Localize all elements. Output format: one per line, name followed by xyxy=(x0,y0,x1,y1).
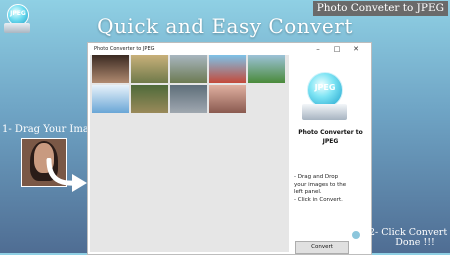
callout-dot-icon xyxy=(351,230,361,240)
jpeg-logo-icon: JPEG xyxy=(302,72,347,124)
app-name: Photo Converter to JPEG xyxy=(298,129,363,145)
app-window: Photo Converter to JPEG – □ ✕ JPEG Photo… xyxy=(87,42,372,255)
image-thumbnail-green-meadow[interactable] xyxy=(248,55,285,83)
callout-connector xyxy=(360,234,368,235)
image-thumbnail-tree-landscape[interactable] xyxy=(170,55,207,83)
image-thumbnail-woman-portrait[interactable] xyxy=(92,55,129,83)
window-titlebar[interactable]: Photo Converter to JPEG – □ ✕ xyxy=(88,43,371,55)
convert-button[interactable]: Convert xyxy=(295,241,349,254)
image-drop-panel[interactable] xyxy=(90,55,289,252)
window-title: Photo Converter to JPEG xyxy=(94,46,155,52)
step2-caption: 2- Click Convert Done !!! xyxy=(369,227,448,248)
minimize-button[interactable]: – xyxy=(311,44,325,54)
image-thumbnail-man-silhouette[interactable] xyxy=(170,85,207,113)
instructions-text: - Drag and Drop your images to the left … xyxy=(294,174,347,203)
image-thumbnail-children-park[interactable] xyxy=(131,85,168,113)
maximize-button[interactable]: □ xyxy=(330,44,344,54)
image-thumbnail-balloons-sky[interactable] xyxy=(209,55,246,83)
image-thumbnail-blue-sky-clouds[interactable] xyxy=(92,85,129,113)
image-thumbnail-pink-sunset[interactable] xyxy=(209,85,246,113)
drag-arrow-icon xyxy=(46,158,87,192)
image-thumbnail-field-sunset[interactable] xyxy=(131,55,168,83)
promo-headline: Quick and Easy Convert xyxy=(97,14,353,38)
info-panel: JPEG Photo Converter to JPEG - Drag and … xyxy=(290,55,371,254)
close-button[interactable]: ✕ xyxy=(349,44,363,54)
promo-corner-title: Photo Conveter to JPEG xyxy=(312,1,448,16)
